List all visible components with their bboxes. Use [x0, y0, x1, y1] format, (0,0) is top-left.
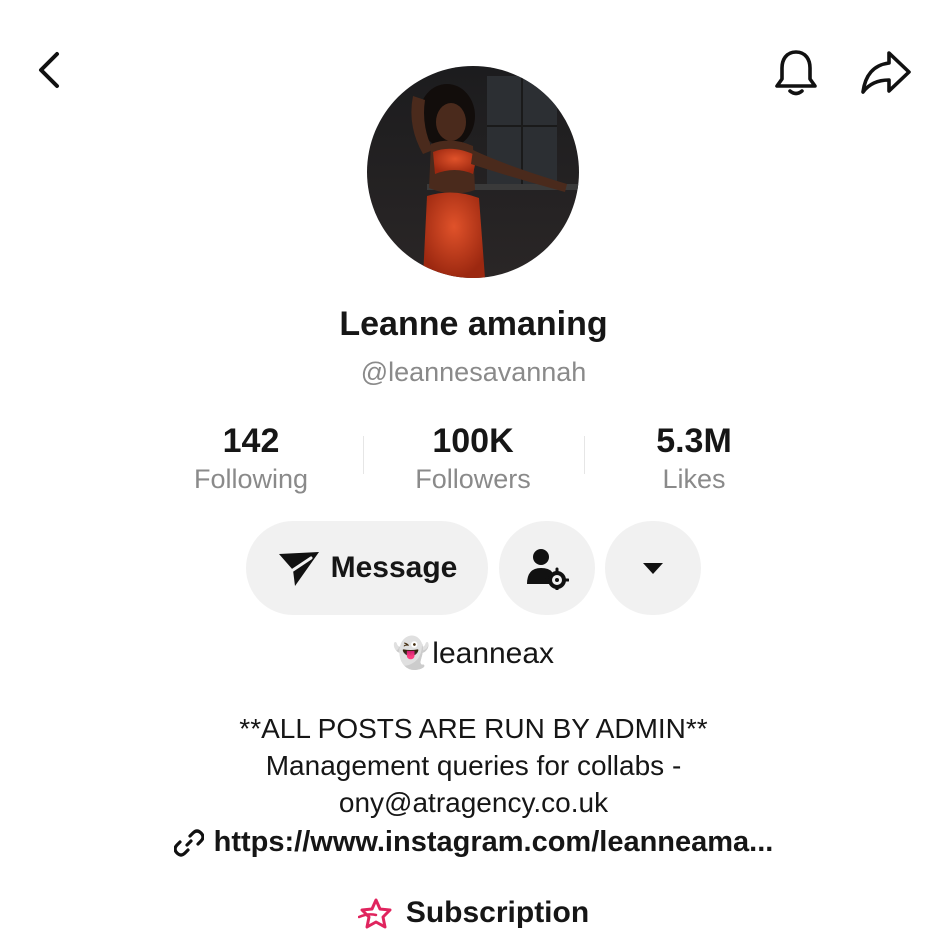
profile-link[interactable]: https://www.instagram.com/leanneama... — [0, 826, 947, 859]
stat-likes-count: 5.3M — [656, 422, 732, 460]
message-button-label: Message — [330, 551, 458, 584]
bio-line: **ALL POSTS ARE RUN BY ADMIN** — [239, 713, 708, 744]
avatar[interactable] — [367, 66, 579, 278]
stat-following-count: 142 — [222, 422, 280, 460]
person-gear-icon — [527, 549, 569, 590]
message-button[interactable]: Message — [246, 521, 488, 615]
caret-down-icon — [643, 563, 663, 574]
stat-likes[interactable]: 5.3M Likes — [584, 420, 804, 496]
stat-following-label: Following — [193, 464, 309, 494]
friend-settings-button[interactable] — [499, 521, 595, 615]
linked-account[interactable]: 👻 leanneax — [0, 636, 947, 671]
subscription-button[interactable]: Subscription — [0, 896, 947, 930]
display-name: Leanne amaning — [339, 305, 608, 343]
bio: **ALL POSTS ARE RUN BY ADMIN** Managemen… — [0, 710, 947, 821]
username-handle: @leannesavannah — [360, 357, 587, 387]
chevron-left-icon — [39, 52, 59, 88]
stat-likes-label: Likes — [662, 464, 726, 494]
stat-followers-label: Followers — [415, 464, 531, 494]
bell-icon — [775, 50, 817, 96]
linked-account-name: leanneax — [432, 636, 555, 670]
profile-page: Leanne amaning @leannesavannah 142 Follo… — [0, 0, 947, 944]
share-arrow-icon — [861, 51, 911, 94]
stat-followers-count: 100K — [432, 422, 514, 460]
share-button[interactable] — [856, 44, 916, 100]
more-options-button[interactable] — [605, 521, 701, 615]
avatar-photo — [367, 66, 579, 278]
back-button[interactable] — [26, 44, 74, 96]
send-icon — [278, 552, 319, 586]
ghost-icon: 👻 — [392, 637, 431, 670]
stat-followers[interactable]: 100K Followers — [363, 420, 583, 496]
link-icon — [173, 828, 204, 857]
notifications-button[interactable] — [768, 44, 824, 100]
bio-line: ony@atragency.co.uk — [338, 787, 609, 818]
stat-following[interactable]: 142 Following — [141, 420, 361, 496]
profile-link-text: https://www.instagram.com/leanneama... — [213, 826, 774, 858]
subscription-label: Subscription — [405, 896, 590, 929]
star-badge-icon — [357, 898, 392, 929]
bio-line: Management queries for collabs - — [265, 750, 682, 781]
